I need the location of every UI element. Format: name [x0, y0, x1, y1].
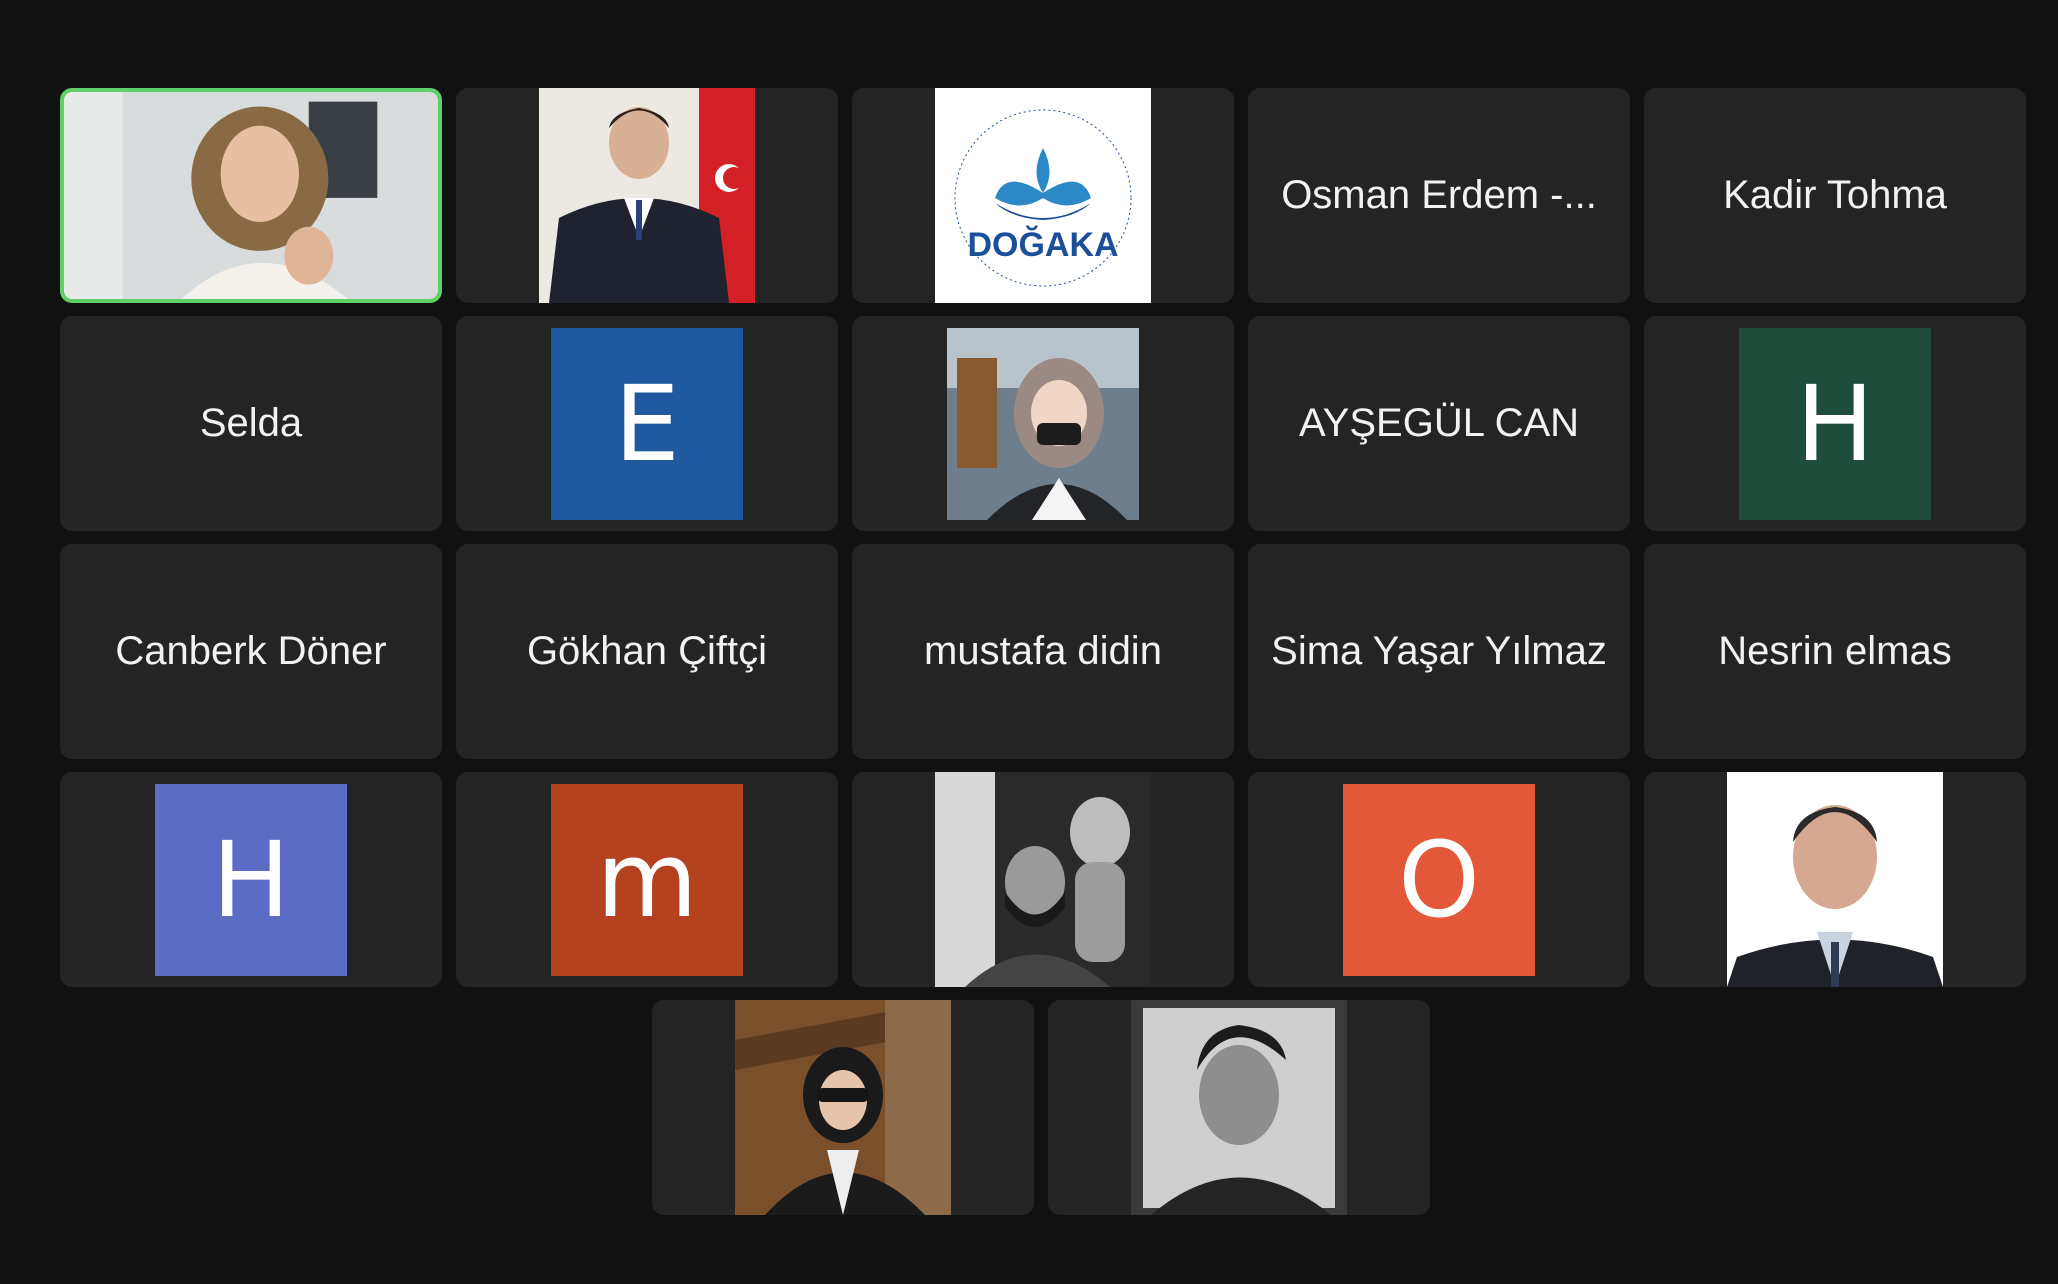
- avatar: m: [551, 783, 743, 976]
- avatar-initial: H: [1795, 362, 1875, 485]
- participant-tile[interactable]: [1644, 772, 2026, 987]
- participant-name: Sima Yaşar Yılmaz: [1271, 629, 1607, 673]
- participant-tile[interactable]: Gökhan Çiftçi: [456, 544, 838, 759]
- person-photo-flag-icon: [539, 88, 755, 303]
- participant-tile[interactable]: DOĞAKA: [852, 88, 1234, 303]
- participant-tile[interactable]: [852, 772, 1234, 987]
- participant-tile[interactable]: Sima Yaşar Yılmaz: [1248, 544, 1630, 759]
- logo-text: DOĞAKA: [967, 226, 1118, 264]
- avatar: H: [1739, 327, 1931, 520]
- participant-tile[interactable]: Osman Erdem -...: [1248, 88, 1630, 303]
- person-photo-bw-icon: [935, 772, 1151, 987]
- person-photo-icon: [735, 1000, 951, 1215]
- participant-tile[interactable]: [652, 1000, 1034, 1215]
- participant-name: Canberk Döner: [115, 629, 387, 673]
- participant-name: AYŞEGÜL CAN: [1298, 401, 1580, 445]
- avatar-initial: m: [596, 818, 698, 941]
- person-photo-icon: [947, 327, 1139, 520]
- participant-video: [64, 92, 438, 299]
- participant-name: Selda: [199, 401, 303, 445]
- participant-tile[interactable]: E: [456, 316, 838, 531]
- participant-tile[interactable]: Nesrin elmas: [1644, 544, 2026, 759]
- avatar-initial: H: [211, 818, 291, 941]
- participant-name: Gökhan Çiftçi: [526, 629, 768, 673]
- avatar-initial: E: [614, 362, 680, 485]
- participant-tile[interactable]: Kadir Tohma: [1644, 88, 2026, 303]
- participant-tile[interactable]: H: [1644, 316, 2026, 531]
- person-photo-bw-icon: [1131, 1000, 1347, 1215]
- participant-tile-active-speaker[interactable]: [60, 88, 442, 303]
- participant-name: mustafa didin: [924, 629, 1162, 673]
- doğaka-logo: DOĞAKA: [935, 88, 1151, 303]
- participant-name: Nesrin elmas: [1718, 629, 1952, 673]
- participant-name: Kadir Tohma: [1723, 173, 1947, 217]
- avatar-initial: O: [1398, 818, 1480, 941]
- participant-tile[interactable]: [1048, 1000, 1430, 1215]
- participant-tile[interactable]: AYŞEGÜL CAN: [1248, 316, 1630, 531]
- participant-grid: DOĞAKA Osman Erdem -... Kadir Tohma Seld…: [0, 0, 2058, 1284]
- participant-tile[interactable]: Selda: [60, 316, 442, 531]
- participant-name: Osman Erdem -...: [1281, 173, 1597, 217]
- participant-tile[interactable]: O: [1248, 772, 1630, 987]
- avatar: E: [551, 327, 743, 520]
- participant-tile[interactable]: H: [60, 772, 442, 987]
- avatar: O: [1343, 783, 1535, 976]
- participant-tile[interactable]: [456, 88, 838, 303]
- participant-tile[interactable]: mustafa didin: [852, 544, 1234, 759]
- person-photo-icon: [1727, 772, 1943, 987]
- participant-tile[interactable]: [852, 316, 1234, 531]
- participant-tile[interactable]: m: [456, 772, 838, 987]
- avatar: H: [155, 783, 347, 976]
- participant-tile[interactable]: Canberk Döner: [60, 544, 442, 759]
